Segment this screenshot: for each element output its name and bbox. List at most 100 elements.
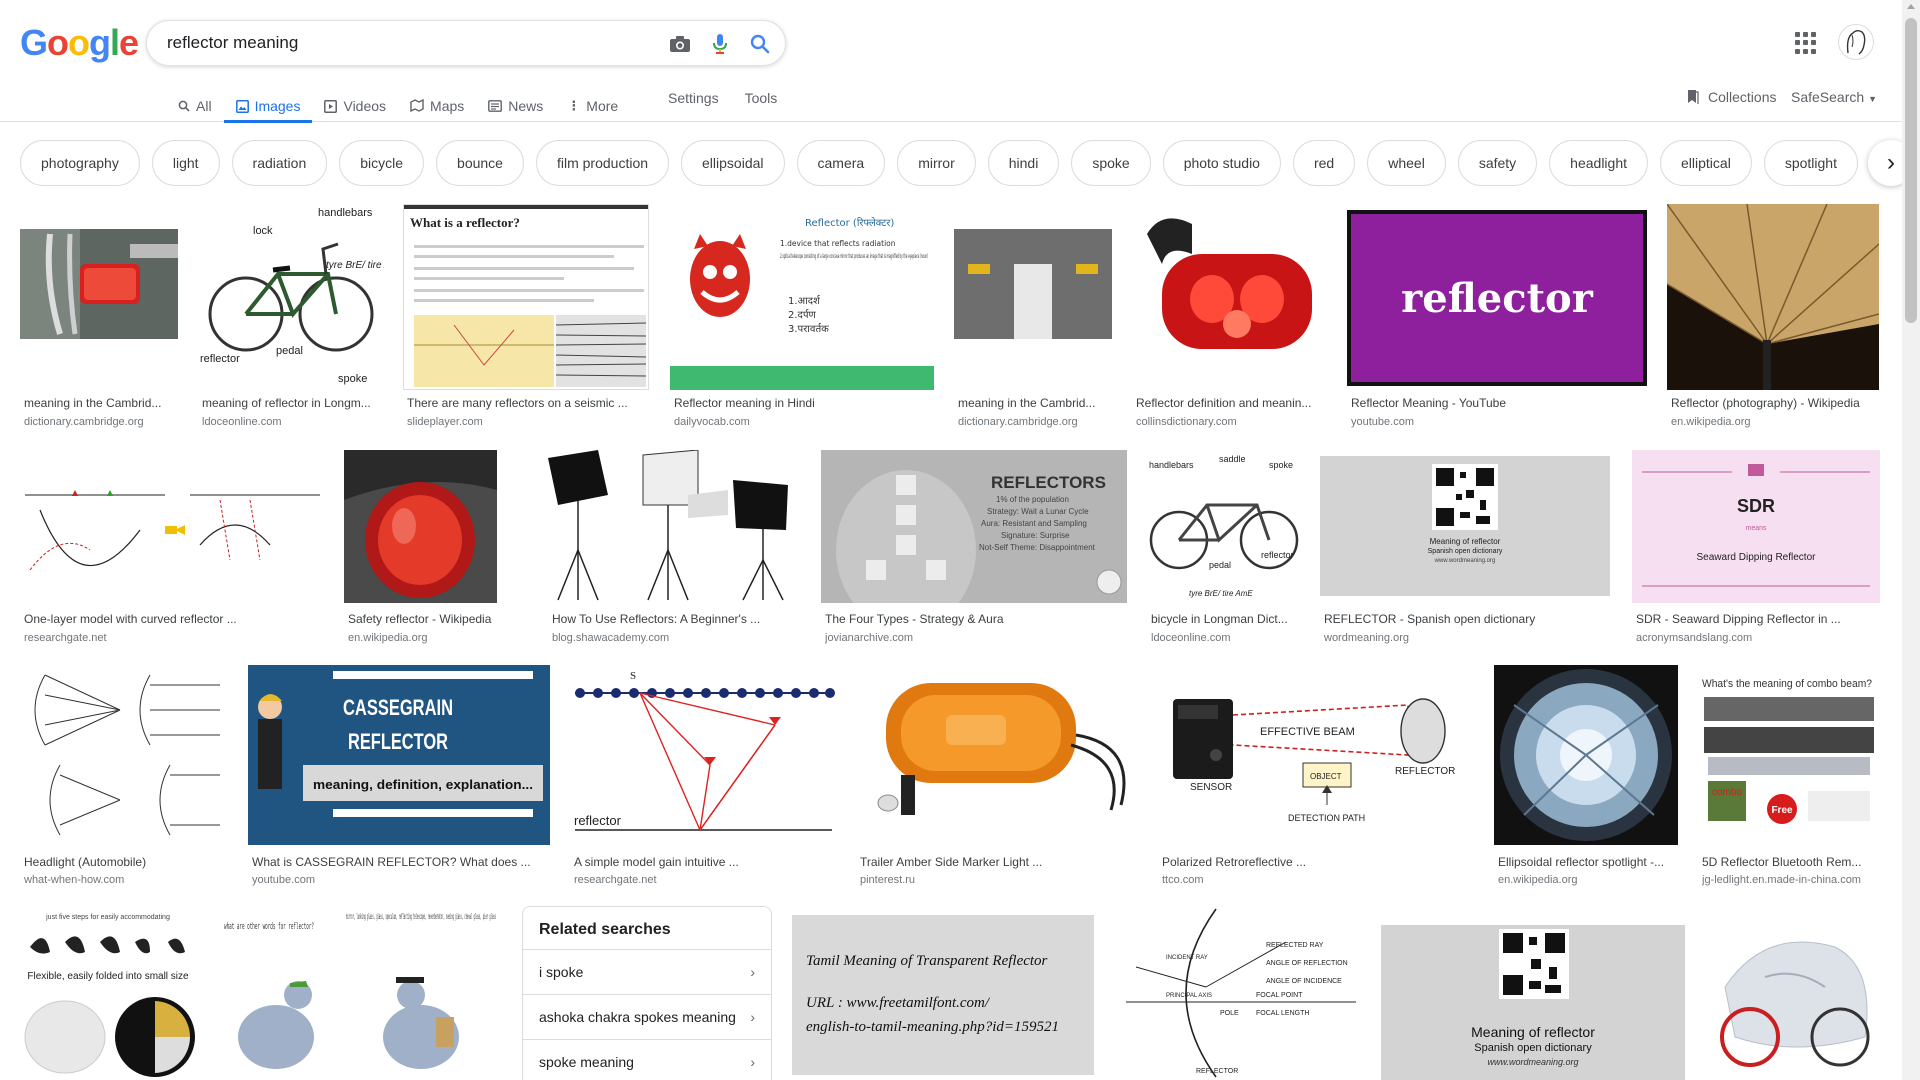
related-search-item[interactable]: i spoke ›: [523, 949, 771, 994]
camera-icon[interactable]: [667, 31, 693, 57]
safesearch-toggle[interactable]: SafeSearch ▼: [1791, 89, 1877, 105]
image-result[interactable]: CASSEGRAIN REFLECTOR meaning, definition…: [248, 665, 550, 886]
optics-label: FOCAL POINT: [1256, 992, 1303, 999]
google-logo[interactable]: Google: [20, 22, 139, 64]
image-result[interactable]: Trailer Amber Side Marker Light ... pint…: [856, 665, 1139, 886]
combo-tag: Free: [1771, 805, 1793, 816]
refinement-chip[interactable]: radiation: [231, 140, 328, 186]
top-bar: Google All Images Videos: [0, 0, 1920, 123]
qr-caption: Meaning of reflector: [1430, 537, 1501, 546]
refinement-chip[interactable]: ellipsoidal: [681, 140, 785, 186]
tab-all[interactable]: All: [166, 88, 224, 122]
refinement-chip[interactable]: spotlight: [1763, 140, 1858, 186]
related-search-item[interactable]: spoke meaning ›: [523, 1039, 771, 1080]
tab-videos[interactable]: Videos: [312, 88, 398, 122]
image-result[interactable]: Ellipsoidal reflector spotlight -... en.…: [1494, 665, 1678, 886]
scrollbar-thumb[interactable]: [1905, 18, 1917, 323]
bike-label: handlebars: [1149, 460, 1194, 470]
result-title: REFLECTOR - Spanish open dictionary: [1324, 612, 1536, 626]
refinement-chip[interactable]: spoke: [1071, 140, 1151, 186]
image-result[interactable]: Reflector definition and meanin... colli…: [1132, 204, 1327, 434]
image-result[interactable]: What's the meaning of combo beam? combo …: [1698, 665, 1880, 886]
image-result[interactable]: Reflector (रिफ्लेक्टर) 1.device that ref…: [670, 204, 934, 434]
settings-link[interactable]: Settings: [668, 90, 719, 106]
refinement-chip[interactable]: safety: [1457, 140, 1538, 186]
image-result[interactable]: reflector Reflector Meaning - YouTube yo…: [1347, 204, 1647, 434]
image-result[interactable]: Headlight (Automobile) what-when-how.com: [20, 665, 228, 886]
search-icon[interactable]: [747, 31, 773, 57]
tab-news[interactable]: News: [476, 88, 555, 122]
image-result[interactable]: Meaning of reflector Spanish open dictio…: [1320, 450, 1610, 650]
image-result[interactable]: Meaning of reflector Spanish open dictio…: [1381, 907, 1685, 1080]
qr-caption: www.wordmeaning.org: [1434, 558, 1496, 564]
news-icon: [488, 100, 503, 112]
pigeon-answer: mirror, looking glass, glass, speculum, …: [346, 912, 496, 921]
result-thumbnail: just five steps for easily accommodating…: [20, 907, 196, 1080]
bike-label: lock: [253, 225, 273, 237]
image-result[interactable]: meaning in the Cambrid... dictionary.cam…: [954, 204, 1112, 434]
caret-down-icon: ▼: [1868, 94, 1877, 104]
refinement-chip[interactable]: headlight: [1549, 140, 1648, 186]
apps-grid-icon[interactable]: [1795, 32, 1817, 54]
image-result[interactable]: S reflector A simple model gain intuitiv…: [570, 665, 836, 886]
hd-line: Not-Self Theme: Disappointment: [979, 543, 1096, 552]
image-result[interactable]: Reflector (photography) - Wikipedia en.w…: [1667, 204, 1879, 434]
refinement-chip[interactable]: bounce: [436, 140, 524, 186]
hd-title: REFLECTORS: [991, 473, 1106, 492]
image-result[interactable]: just five steps for easily accommodating…: [20, 907, 196, 1080]
image-result[interactable]: what are other words for reflector? mirr…: [216, 907, 502, 1080]
image-result[interactable]: EFFECTIVE BEAM REFLECTOR OBJECT SENSOR D…: [1158, 665, 1474, 886]
image-result[interactable]: How To Use Reflectors: A Beginner's ... …: [548, 450, 802, 650]
related-search-item[interactable]: ashoka chakra spokes meaning ›: [523, 994, 771, 1039]
bike-label: reflector: [1261, 550, 1294, 560]
search-tabs: All Images Videos Maps News ⋮ More: [166, 88, 630, 123]
refinement-chip[interactable]: photo studio: [1162, 140, 1281, 186]
collections-link[interactable]: Collections: [1686, 89, 1776, 105]
refinement-chip[interactable]: camera: [796, 140, 886, 186]
image-result[interactable]: handlebars lock tyre BrE/ tire AmE refle…: [198, 204, 384, 434]
search-icon: [178, 100, 190, 112]
refinement-chip[interactable]: elliptical: [1660, 140, 1752, 186]
refinement-chip[interactable]: wheel: [1367, 140, 1446, 186]
optics-label: ANGLE OF REFLECTION: [1266, 960, 1348, 967]
page-scrollbar[interactable]: [1902, 0, 1920, 1080]
image-result[interactable]: REFLECTED RAY ANGLE OF REFLECTION ANGLE …: [1116, 907, 1361, 1080]
refinement-chip[interactable]: hindi: [987, 140, 1060, 186]
search-box[interactable]: [146, 20, 786, 66]
image-result[interactable]: REFLECTORS 1% of the population Strategy…: [821, 450, 1127, 650]
image-result[interactable]: One-layer model with curved reflector ..…: [20, 450, 326, 650]
tab-images[interactable]: Images: [223, 88, 313, 123]
refinement-chip[interactable]: bicycle: [339, 140, 425, 186]
result-source: dailyvocab.com: [674, 416, 750, 428]
account-avatar[interactable]: [1838, 24, 1874, 60]
image-result[interactable]: What is a reflector? There are many refl…: [403, 204, 649, 434]
scroll-up-arrow-icon[interactable]: [1907, 4, 1915, 9]
result-title: A simple model gain intuitive ...: [574, 855, 739, 869]
result-source: collinsdictionary.com: [1136, 416, 1237, 428]
bike-label: pedal: [1209, 560, 1231, 570]
result-thumbnail: [1667, 204, 1879, 390]
image-result[interactable]: Tamil Meaning of Transparent Reflector U…: [792, 907, 1094, 1080]
tab-maps[interactable]: Maps: [398, 88, 476, 122]
result-title: What is CASSEGRAIN REFLECTOR? What does …: [252, 855, 531, 869]
search-input[interactable]: [167, 31, 647, 55]
tamil-line: Tamil Meaning of Transparent Reflector: [806, 953, 1048, 969]
refinement-chip[interactable]: mirror: [897, 140, 976, 186]
refinement-chip[interactable]: light: [151, 140, 220, 186]
tab-more[interactable]: ⋮ More: [555, 88, 630, 122]
refinement-chip[interactable]: red: [1292, 140, 1356, 186]
microphone-icon[interactable]: [707, 31, 733, 57]
image-result[interactable]: [1705, 907, 1880, 1080]
result-thumbnail: [1705, 907, 1880, 1080]
refinement-chip[interactable]: film production: [535, 140, 670, 186]
tools-link[interactable]: Tools: [745, 90, 778, 106]
tab-label: More: [586, 98, 619, 114]
refinement-chip[interactable]: photography: [20, 140, 140, 186]
result-title: Reflector definition and meanin...: [1136, 396, 1312, 410]
result-source: researchgate.net: [574, 874, 657, 886]
image-result[interactable]: SDR means Seaward Dipping Reflector SDR …: [1632, 450, 1880, 650]
image-result[interactable]: Safety reflector - Wikipedia en.wikipedi…: [344, 450, 497, 650]
bookmark-icon: [1688, 90, 1699, 104]
image-result[interactable]: meaning in the Cambrid... dictionary.cam…: [20, 204, 178, 434]
image-result[interactable]: handlebars saddle spoke pedal reflector …: [1147, 450, 1301, 650]
